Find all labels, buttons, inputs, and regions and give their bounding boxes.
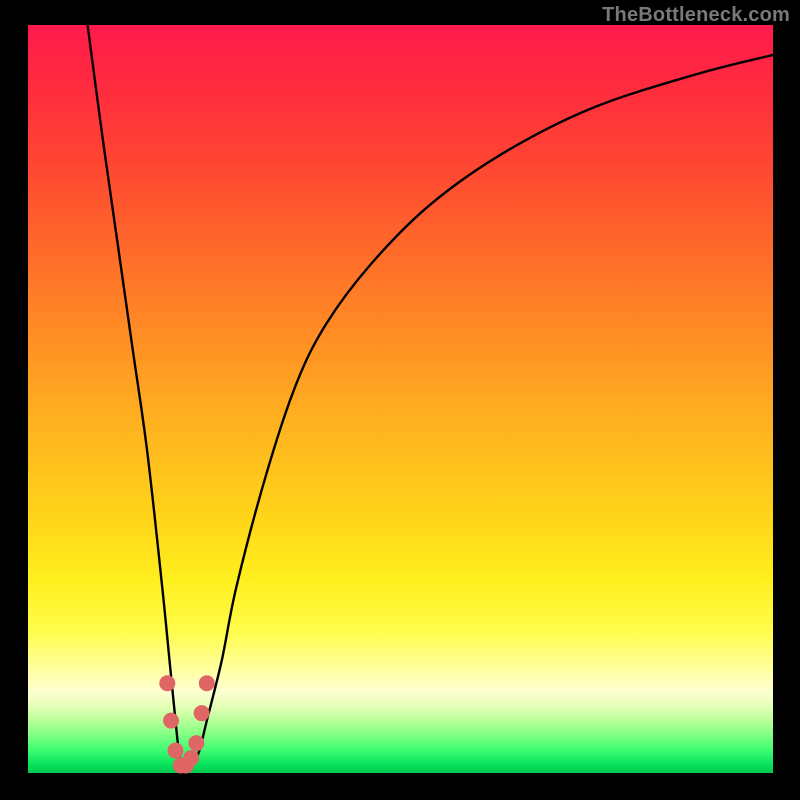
gradient-plot-area xyxy=(28,25,773,773)
attribution-label: TheBottleneck.com xyxy=(602,4,790,27)
